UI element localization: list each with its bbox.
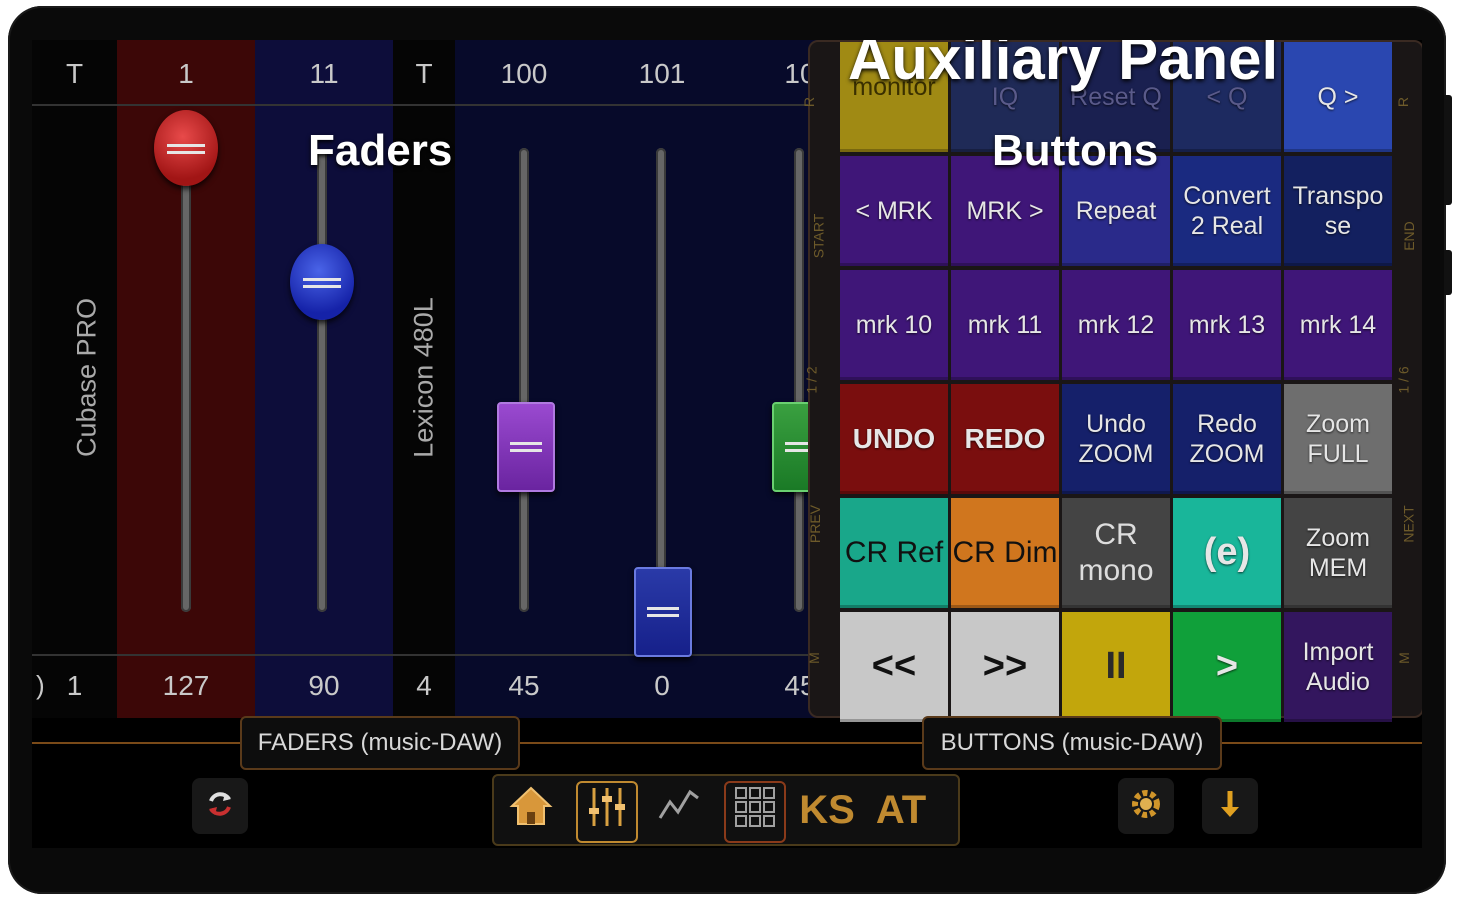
at-button[interactable]: AT [872, 781, 930, 839]
track-name-cubase: Cubase PRO [71, 297, 102, 458]
grid-button[interactable] [724, 781, 786, 843]
scroll-left-indicator[interactable]: ) [36, 670, 45, 701]
side-label-right: R [1395, 96, 1412, 108]
footer-divider [32, 654, 822, 656]
auxiliary-panel-title: Auxiliary Panel [848, 40, 1279, 92]
fader-track [519, 148, 529, 612]
fader-knob-channel-1[interactable] [154, 110, 218, 186]
nav-recent-button[interactable]: □ [942, 842, 963, 848]
app-screen: T 1 1 127 11 90 T 4 100 45 101 0 10 45 )… [32, 40, 1422, 848]
fader-grip [166, 144, 206, 147]
fader-grip [646, 614, 680, 617]
strip-label: 1 [178, 58, 194, 89]
aux-button[interactable]: Q > [1284, 42, 1392, 152]
aux-button[interactable]: Convert 2 Real [1173, 156, 1281, 266]
home-icon [506, 780, 556, 840]
aux-button[interactable]: mrk 14 [1284, 270, 1392, 380]
aux-button[interactable]: < MRK [840, 156, 948, 266]
sync-button[interactable] [192, 778, 248, 834]
strip-label: 101 [638, 58, 686, 89]
track-name-lexicon: Lexicon 480L [408, 297, 439, 458]
faders-overlay-title: Faders [308, 126, 453, 175]
volume-button [1444, 95, 1452, 205]
strip-label: T [415, 58, 433, 89]
aux-button[interactable]: Redo ZOOM [1173, 384, 1281, 494]
aux-button[interactable]: CR Ref [840, 498, 948, 608]
fader-grip [646, 607, 680, 610]
automation-button[interactable] [650, 781, 708, 839]
home-button[interactable] [502, 781, 560, 839]
ks-button[interactable]: KS [798, 781, 856, 839]
aux-button[interactable]: > [1173, 612, 1281, 722]
fader-grip [302, 278, 342, 281]
aux-button[interactable]: II [1062, 612, 1170, 722]
aux-button[interactable]: Import Audio [1284, 612, 1392, 722]
fader-grip [509, 449, 543, 452]
fader-track [794, 148, 804, 612]
arrow-down-icon [1213, 787, 1247, 826]
power-button [1444, 250, 1452, 295]
download-button[interactable] [1202, 778, 1258, 834]
mixer-button[interactable] [576, 781, 638, 843]
aux-button[interactable]: >> [951, 612, 1059, 722]
strip-value: 1 [66, 670, 83, 701]
fader-track [317, 150, 327, 612]
strip-value: 45 [508, 670, 540, 701]
aux-button[interactable]: Transpo se [1284, 156, 1392, 266]
fader-grip [302, 285, 342, 288]
side-label-left: R [801, 96, 818, 108]
aux-button[interactable]: mrk 12 [1062, 270, 1170, 380]
grid-icon [732, 784, 778, 840]
tab-buttons[interactable]: BUTTONS (music-DAW) [922, 716, 1222, 770]
nav-home-button[interactable]: ○ [720, 844, 741, 848]
side-label-right: END [1400, 221, 1417, 251]
aux-button[interactable]: Zoom FULL [1284, 384, 1392, 494]
strip-value: 0 [654, 670, 670, 701]
aux-button[interactable]: CR Dim [951, 498, 1059, 608]
strip-value: 127 [162, 670, 210, 701]
automation-icon [656, 782, 702, 838]
gear-icon [1127, 785, 1165, 828]
fader-track [656, 148, 666, 612]
strip-label: 100 [500, 58, 548, 89]
side-label-right: NEXT [1400, 505, 1417, 543]
fader-knob-channel-100[interactable] [497, 402, 555, 492]
aux-button[interactable]: << [840, 612, 948, 722]
side-label-left: START [810, 213, 827, 259]
side-label-right: M [1395, 652, 1412, 664]
aux-button[interactable]: (e) [1173, 498, 1281, 608]
fader-knob-channel-11[interactable] [290, 244, 354, 320]
sync-icon [203, 787, 237, 826]
fader-grip [166, 151, 206, 154]
aux-button[interactable]: mrk 10 [840, 270, 948, 380]
fader-knob-channel-101[interactable] [634, 567, 692, 657]
aux-button[interactable]: Undo ZOOM [1062, 384, 1170, 494]
aux-button[interactable]: REDO [951, 384, 1059, 494]
side-label-right: 1 / 6 [1395, 366, 1412, 394]
tab-faders[interactable]: FADERS (music-DAW) [240, 716, 520, 770]
strip-label: T [65, 58, 84, 89]
main-toolbar: KS AT [492, 774, 960, 846]
fader-track [181, 150, 191, 612]
strip-value: 90 [308, 670, 340, 701]
aux-button[interactable]: UNDO [840, 384, 948, 494]
mixer-icon [584, 784, 630, 840]
header-divider [32, 104, 822, 106]
settings-button[interactable] [1118, 778, 1174, 834]
aux-button[interactable]: Zoom MEM [1284, 498, 1392, 608]
buttons-overlay-title: Buttons [992, 126, 1159, 175]
strip-label: 11 [309, 58, 339, 89]
aux-button[interactable]: CR mono [1062, 498, 1170, 608]
aux-button[interactable]: mrk 11 [951, 270, 1059, 380]
aux-button[interactable]: mrk 13 [1173, 270, 1281, 380]
side-label-left: M [805, 652, 822, 664]
strip-value: 4 [416, 670, 432, 701]
side-label-left: 1 / 2 [803, 366, 820, 394]
side-label-left: PREV [807, 504, 824, 544]
fader-grip [509, 442, 543, 445]
